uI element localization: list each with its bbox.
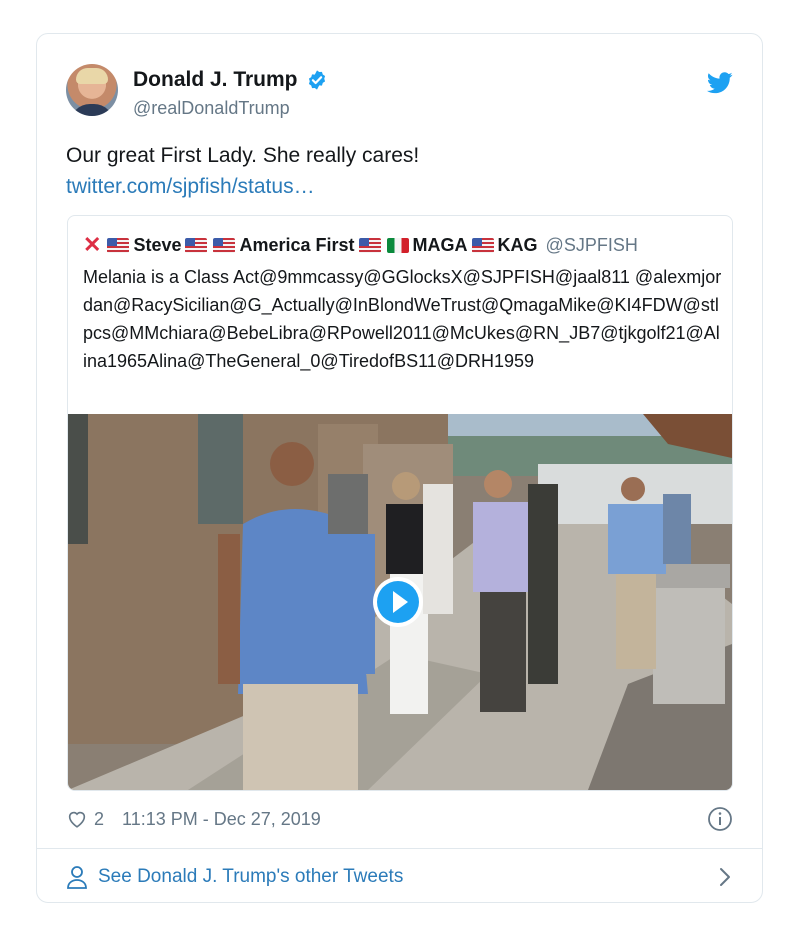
heart-icon[interactable] bbox=[66, 808, 88, 830]
tweet-link[interactable]: twitter.com/sjpfish/status… bbox=[66, 171, 419, 202]
chevron-right-icon bbox=[720, 868, 730, 886]
us-flag-icon bbox=[471, 237, 494, 253]
footer-divider bbox=[37, 848, 762, 849]
author-avatar[interactable] bbox=[66, 64, 118, 116]
cross-mark-icon: ✕ bbox=[83, 232, 102, 257]
author-handle[interactable]: @realDonaldTrump bbox=[133, 98, 290, 119]
tweet-timestamp[interactable]: 11:13 PM - Dec 27, 2019 bbox=[122, 809, 321, 830]
see-other-tweets-label: See Donald J. Trump's other Tweets bbox=[98, 866, 404, 887]
tweet-meta: 2 11:13 PM - Dec 27, 2019 bbox=[66, 806, 733, 832]
like-count[interactable]: 2 bbox=[94, 809, 104, 830]
tweet-text: Our great First Lady. She really cares! bbox=[66, 144, 420, 167]
quoted-name-part: KAG bbox=[497, 234, 538, 255]
us-flag-icon bbox=[185, 237, 208, 253]
author-name[interactable]: Donald J. Trump bbox=[133, 68, 298, 92]
quoted-name-part: America First bbox=[239, 234, 355, 255]
info-icon[interactable] bbox=[707, 806, 733, 832]
quoted-tweet[interactable]: ✕ Steve America First MAGA KAG @SJPFISH … bbox=[67, 215, 733, 791]
quoted-author-name[interactable]: ✕ Steve America First MAGA KAG bbox=[83, 232, 538, 258]
quoted-tweet-header: ✕ Steve America First MAGA KAG @SJPFISH bbox=[83, 232, 638, 258]
italy-flag-icon bbox=[386, 237, 409, 253]
us-flag-icon bbox=[107, 237, 130, 253]
embedded-tweet-card: Donald J. Trump @realDonaldTrump Our gre… bbox=[36, 33, 763, 903]
video-thumbnail[interactable] bbox=[68, 414, 732, 790]
quoted-author-handle[interactable]: @SJPFISH bbox=[546, 235, 638, 256]
quoted-name-part: MAGA bbox=[412, 234, 468, 255]
twitter-bird-icon[interactable] bbox=[707, 72, 733, 94]
tweet-body: Our great First Lady. She really cares! … bbox=[66, 140, 419, 202]
see-other-tweets-link[interactable]: See Donald J. Trump's other Tweets bbox=[66, 862, 733, 892]
person-icon bbox=[67, 866, 87, 889]
verified-badge-icon bbox=[308, 70, 325, 90]
author-name-row: Donald J. Trump bbox=[133, 68, 328, 92]
play-icon[interactable] bbox=[372, 576, 424, 628]
us-flag-icon bbox=[358, 237, 381, 253]
quoted-tweet-text: Melania is a Class Act@9mmcassy@GGlocksX… bbox=[83, 267, 722, 371]
tweet-header: Donald J. Trump @realDonaldTrump bbox=[66, 62, 733, 120]
quoted-name-part: Steve bbox=[133, 234, 182, 255]
us-flag-icon bbox=[213, 237, 236, 253]
